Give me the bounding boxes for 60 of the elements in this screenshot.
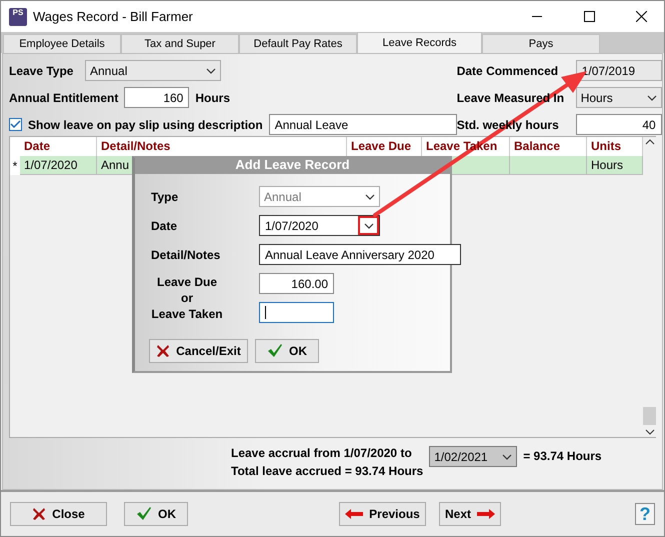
chevron-down-icon (502, 454, 512, 460)
close-icon[interactable] (636, 11, 646, 22)
checkbox-label: Show leave on pay slip using description (28, 118, 263, 132)
unit-label: Hours (195, 90, 230, 104)
leave-type-label: Leave Type (9, 64, 74, 78)
table-cell: Hours (587, 156, 643, 175)
cross-icon (156, 344, 170, 358)
chevron-up-icon[interactable] (644, 139, 654, 145)
tab[interactable]: Employee Details (3, 34, 121, 53)
total-accrued-label: Total leave accrued = 93.74 Hours (231, 464, 424, 478)
tab[interactable]: Pays (482, 34, 600, 53)
chevron-down-icon (364, 222, 374, 228)
entitlement-label: Annual Entitlement (9, 90, 118, 104)
maximize-icon[interactable] (584, 11, 594, 22)
date-commenced-field: 1/07/2019 (576, 60, 662, 81)
new-row-marker: * (10, 156, 20, 175)
notes-label: Detail/Notes (151, 248, 222, 262)
leave-taken-label: Leave Taken (151, 307, 223, 321)
ok-button[interactable]: OK (255, 339, 319, 363)
date-commenced-label: Date Commenced (456, 64, 560, 78)
leave-due-field[interactable]: 160.00 (259, 273, 334, 294)
close-window-button[interactable]: Close (10, 502, 107, 526)
cancel-button[interactable]: Cancel/Exit (149, 339, 248, 363)
description-field[interactable]: Annual Leave (268, 114, 457, 135)
next-button[interactable]: Next (439, 502, 501, 526)
table-cell: 1/07/2020 (20, 156, 97, 175)
leave-taken-field[interactable] (259, 302, 334, 323)
leave-type-dropdown[interactable]: Annual (85, 60, 221, 81)
leave-due-label: Leave Due (156, 275, 218, 289)
tab[interactable]: Default Pay Rates (239, 34, 357, 53)
accrual-label: Leave accrual from 1/07/2020 to (231, 446, 413, 460)
scrollbar-thumb[interactable] (643, 407, 656, 425)
checkmark-icon (267, 344, 283, 358)
left-arrow-icon (345, 509, 364, 519)
tab[interactable]: Leave Records (357, 32, 482, 53)
or-label: or (181, 291, 193, 305)
chevron-down-icon (206, 68, 216, 74)
accrual-date-dropdown[interactable]: 1/02/2021 (429, 446, 518, 467)
cross-icon (32, 507, 46, 521)
dialog-title: Add Leave Record (135, 158, 450, 174)
weekly-hours-field[interactable]: 40 (576, 114, 662, 135)
chevron-down-icon (365, 194, 375, 200)
window-title: Wages Record - Bill Farmer (33, 9, 194, 24)
tab[interactable]: Tax and Super (121, 34, 239, 53)
date-label: Date (151, 218, 178, 232)
chevron-down-icon[interactable] (644, 429, 654, 435)
notes-field[interactable]: Annual Leave Anniversary 2020 (259, 244, 461, 265)
accrual-result: = 93.74 Hours (523, 449, 602, 465)
chevron-down-icon (646, 94, 657, 100)
app-icon: PS (9, 8, 27, 26)
measured-in-dropdown[interactable]: Hours (576, 87, 662, 108)
right-arrow-icon (477, 509, 495, 519)
previous-button[interactable]: Previous (339, 502, 426, 526)
type-label: Type (151, 190, 180, 204)
ok-button[interactable]: OK (124, 502, 188, 526)
dropdown-button[interactable] (358, 216, 379, 235)
date-field[interactable]: 1/07/2020 (259, 215, 380, 236)
entitlement-field[interactable]: 160 (124, 87, 190, 108)
checkmark-icon (136, 507, 152, 521)
checkbox[interactable] (9, 118, 22, 131)
